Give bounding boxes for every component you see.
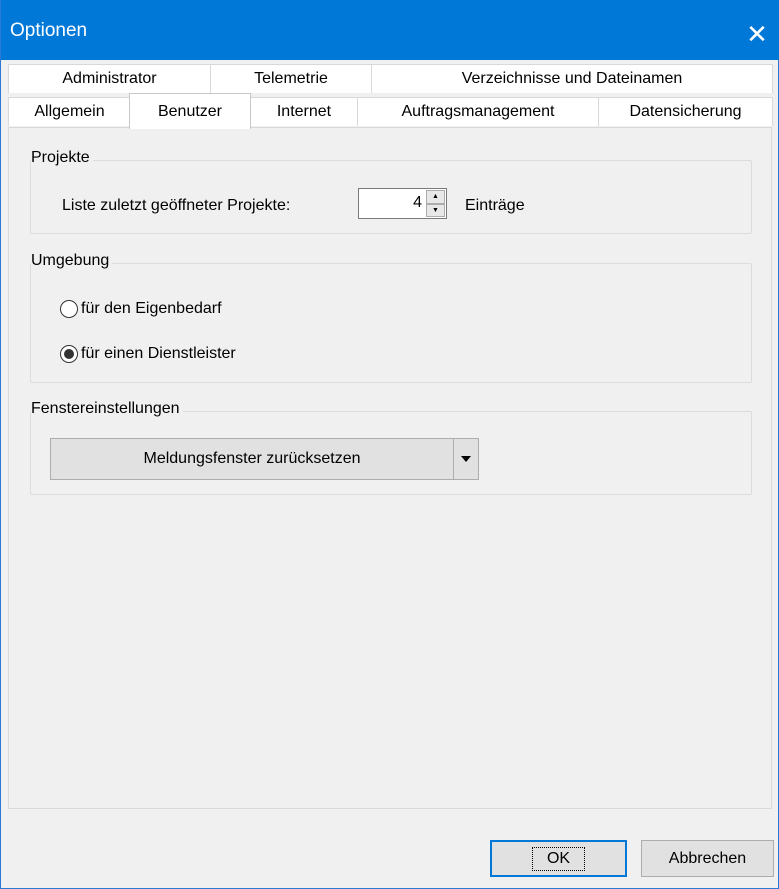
spinner-buttons: ▲ ▼ [426, 190, 445, 217]
recent-projects-spinner[interactable]: 4 ▲ ▼ [358, 188, 447, 219]
radio-dienstleister-circle [60, 345, 78, 363]
tab-allgemein[interactable]: Allgemein [8, 97, 131, 126]
tab-benutzer[interactable]: Benutzer [129, 93, 251, 129]
recent-projects-value: 4 [413, 194, 422, 211]
split-dropdown-arrow[interactable] [454, 439, 478, 479]
group-umgebung-legend: Umgebung [31, 252, 113, 270]
tab-auftragsmanagement[interactable]: Auftragsmanagement [357, 97, 599, 126]
spin-down-icon[interactable]: ▼ [426, 203, 445, 217]
cancel-button[interactable]: Abbrechen [641, 840, 774, 877]
group-fenstereinstellungen: Fenstereinstellungen Meldungsfenster zur… [30, 400, 752, 495]
title-bar: Optionen ✕ [1, 0, 779, 60]
group-projekte-legend: Projekte [31, 149, 93, 167]
radio-eigenbedarf-circle [60, 300, 78, 318]
chevron-down-icon [461, 456, 471, 462]
spin-up-icon[interactable]: ▲ [426, 190, 445, 204]
close-icon[interactable]: ✕ [734, 12, 779, 56]
window-title: Optionen [10, 20, 88, 41]
recent-projects-label: Liste zuletzt geöffneter Projekte: [62, 197, 291, 214]
group-umgebung: Umgebung für den Eigenbedarf für einen D… [30, 252, 752, 383]
tab-panel-benutzer: Projekte Liste zuletzt geöffneter Projek… [8, 127, 772, 809]
radio-eigenbedarf-label: für den Eigenbedarf [81, 300, 222, 317]
ok-button[interactable]: OK [490, 840, 627, 877]
reset-message-windows-split-button[interactable]: Meldungsfenster zurücksetzen [50, 438, 479, 480]
tab-telemetrie[interactable]: Telemetrie [210, 64, 372, 93]
tab-administrator[interactable]: Administrator [8, 64, 211, 93]
radio-dienstleister-label: für einen Dienstleister [81, 345, 236, 362]
tab-datensicherung[interactable]: Datensicherung [598, 97, 773, 126]
reset-message-windows-button[interactable]: Meldungsfenster zurücksetzen [51, 439, 454, 479]
ok-button-label: OK [531, 846, 586, 871]
tab-verzeichnisse[interactable]: Verzeichnisse und Dateinamen [371, 64, 773, 93]
recent-projects-unit: Einträge [465, 197, 525, 214]
group-projekte: Projekte Liste zuletzt geöffneter Projek… [30, 149, 752, 234]
tab-internet[interactable]: Internet [250, 97, 358, 126]
radio-dienstleister[interactable]: für einen Dienstleister [60, 345, 236, 363]
options-dialog: Optionen ✕ Administrator Telemetrie Verz… [0, 0, 779, 889]
group-fenster-legend: Fenstereinstellungen [31, 400, 183, 418]
radio-eigenbedarf[interactable]: für den Eigenbedarf [60, 300, 222, 318]
